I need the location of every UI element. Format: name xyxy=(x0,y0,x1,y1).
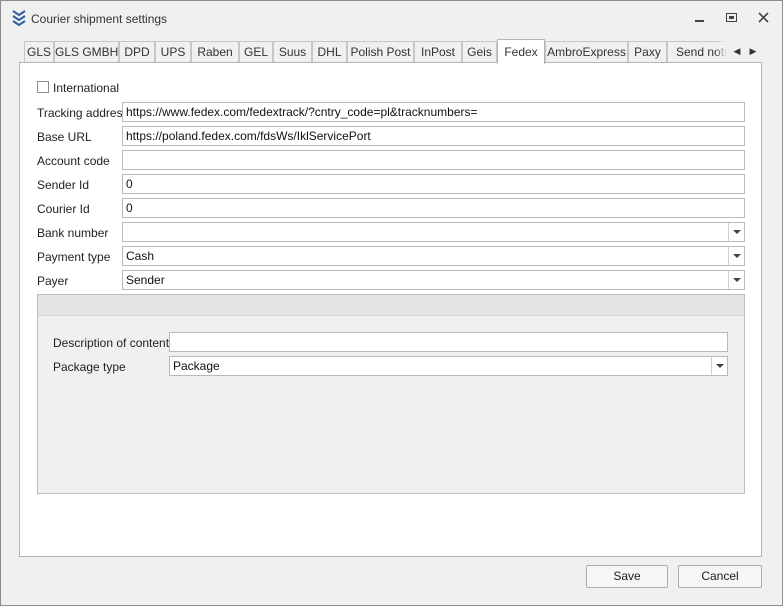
tab-gel[interactable]: GEL xyxy=(239,41,273,62)
save-button[interactable]: Save xyxy=(586,565,668,588)
package-type-label: Package type xyxy=(53,360,126,374)
payment-type-select[interactable]: Cash xyxy=(122,246,745,266)
package-type-select[interactable]: Package xyxy=(169,356,728,376)
chevron-down-icon[interactable] xyxy=(728,271,744,289)
description-input[interactable] xyxy=(169,332,728,352)
payer-select[interactable]: Sender xyxy=(122,270,745,290)
account-code-label: Account code xyxy=(37,154,110,168)
tab-scroll-left-icon[interactable]: ◀ xyxy=(731,44,743,58)
base-url-input[interactable]: https://poland.fedex.com/fdsWs/IklServic… xyxy=(122,126,745,146)
chevron-down-icon[interactable] xyxy=(728,247,744,265)
tab-gls[interactable]: GLS xyxy=(24,41,54,62)
tab-paxy[interactable]: Paxy xyxy=(628,41,667,62)
group-header-bar xyxy=(38,295,744,316)
maximize-icon[interactable] xyxy=(723,10,741,26)
window-title: Courier shipment settings xyxy=(31,12,168,26)
payment-type-value: Cash xyxy=(126,249,155,263)
tracking-address-label: Tracking address xyxy=(37,106,129,120)
tab-dhl[interactable]: DHL xyxy=(312,41,347,62)
settings-window: Courier shipment settings GLS GLS GMBH D… xyxy=(0,0,783,606)
courier-id-input[interactable]: 0 xyxy=(122,198,745,218)
minimize-icon[interactable] xyxy=(691,10,709,26)
tab-ambroexpress[interactable]: AmbroExpress xyxy=(545,41,628,62)
sender-id-label: Sender Id xyxy=(37,178,90,192)
payer-label: Payer xyxy=(37,274,69,288)
chevron-down-icon[interactable] xyxy=(728,223,744,241)
tab-fedex[interactable]: Fedex xyxy=(497,39,545,64)
tab-inpost[interactable]: InPost xyxy=(414,41,462,62)
cancel-button[interactable]: Cancel xyxy=(678,565,762,588)
tab-dpd[interactable]: DPD xyxy=(119,41,155,62)
sender-id-input[interactable]: 0 xyxy=(122,174,745,194)
tab-scroll-right-icon[interactable]: ▶ xyxy=(747,44,759,58)
fedex-settings-page: International Tracking address https://w… xyxy=(19,62,762,557)
international-label: International xyxy=(53,81,120,95)
tab-polish-post[interactable]: Polish Post xyxy=(347,41,414,62)
description-label: Description of contents xyxy=(53,336,176,350)
chevron-stack-icon xyxy=(10,9,28,27)
courier-id-label: Courier Id xyxy=(37,202,90,216)
international-checkbox[interactable] xyxy=(37,81,49,93)
package-type-value: Package xyxy=(173,359,220,373)
courier-tabs: GLS GLS GMBH DPD UPS Raben GEL Suus DHL … xyxy=(24,39,763,64)
base-url-label: Base URL xyxy=(37,130,92,144)
close-icon[interactable] xyxy=(755,10,773,26)
account-code-input[interactable] xyxy=(122,150,745,170)
tab-gls-gmbh[interactable]: GLS GMBH xyxy=(54,41,119,62)
bank-number-label: Bank number xyxy=(37,226,109,240)
tab-raben[interactable]: Raben xyxy=(191,41,239,62)
tab-suus[interactable]: Suus xyxy=(273,41,312,62)
tracking-address-input[interactable]: https://www.fedex.com/fedextrack/?cntry_… xyxy=(122,102,745,122)
tab-geis[interactable]: Geis xyxy=(462,41,497,62)
bank-number-select[interactable] xyxy=(122,222,745,242)
tab-overflow-fade xyxy=(715,41,727,62)
title-bar[interactable]: Courier shipment settings xyxy=(1,1,782,35)
payment-type-label: Payment type xyxy=(37,250,111,264)
payer-value: Sender xyxy=(126,273,165,287)
package-group-panel: Description of contents Package type Pac… xyxy=(37,294,745,494)
tab-ups[interactable]: UPS xyxy=(155,41,191,62)
chevron-down-icon[interactable] xyxy=(711,357,727,375)
